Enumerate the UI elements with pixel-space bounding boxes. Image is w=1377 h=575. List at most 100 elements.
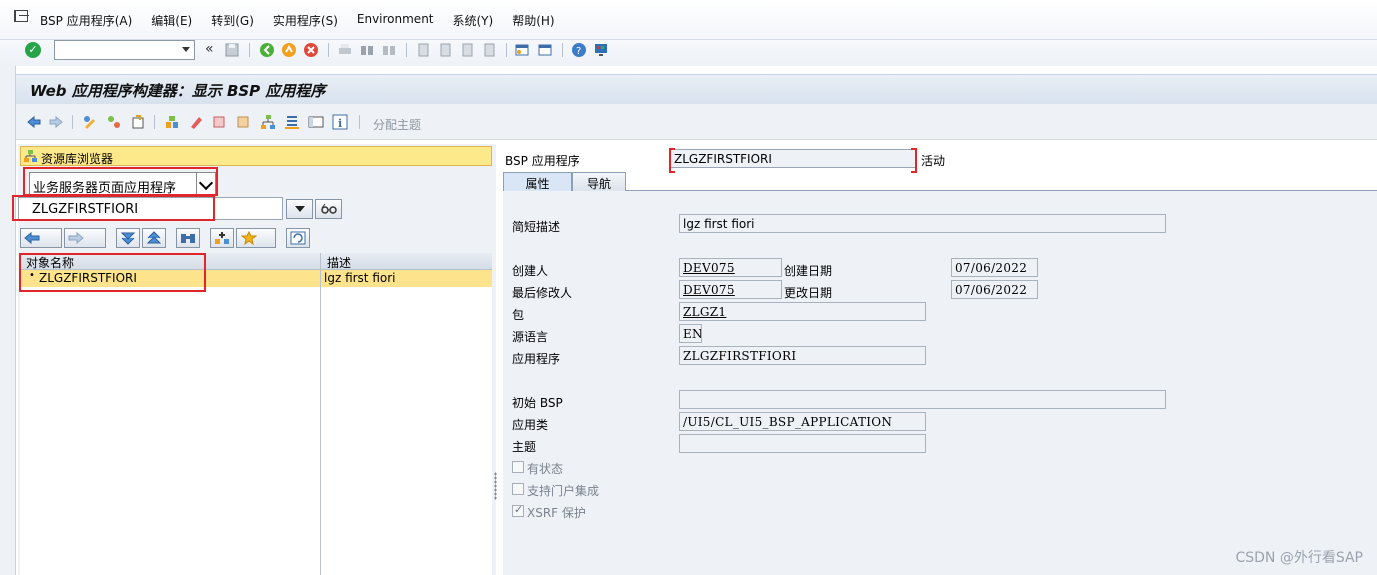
arrow-right-icon: [68, 232, 84, 244]
refresh-icon: [290, 231, 306, 245]
first-page-icon[interactable]: [415, 42, 431, 58]
assign-theme-button[interactable]: 分配主题: [373, 116, 421, 133]
bsp-application-label: BSP 应用程序: [505, 154, 580, 168]
customize-layout-icon[interactable]: [593, 42, 609, 58]
layout-icon[interactable]: [308, 114, 324, 130]
original-language-field[interactable]: EN: [679, 324, 702, 343]
display-change-icon[interactable]: [82, 114, 98, 130]
portal-integration-label: 支持门户集成: [527, 484, 600, 498]
properties-panel: 简短描述 lgz first fiori 创建人 DEV075 创建日期 07/…: [503, 191, 1377, 575]
toolbar-separator: [359, 115, 360, 129]
menu-bsp-application[interactable]: BSP 应用程序(A): [40, 12, 132, 29]
previous-page-icon[interactable]: [437, 42, 453, 58]
menu-items: BSP 应用程序(A) 编辑(E) 转到(G) 实用程序(S) Environm…: [40, 12, 555, 29]
object-list-icon[interactable]: [236, 114, 252, 130]
previous-object-button[interactable]: [20, 228, 62, 248]
repository-browser-title: 资源库浏览器: [41, 152, 114, 166]
command-field[interactable]: [54, 40, 195, 60]
menu-environment[interactable]: Environment: [357, 12, 434, 29]
exit-icon[interactable]: [281, 42, 297, 58]
repository-browser-header[interactable]: 资源库浏览器: [20, 146, 492, 166]
portal-integration-checkbox[interactable]: [512, 483, 524, 495]
collapse-icon[interactable]: «: [205, 41, 214, 57]
collapse-icon: [146, 231, 162, 244]
created-on-field[interactable]: 07/06/2022: [951, 258, 1038, 277]
back-icon[interactable]: [259, 42, 275, 58]
title-bar: Web 应用程序构建器：显示 BSP 应用程序: [16, 74, 1377, 104]
application-class-field[interactable]: /UI5/CL_UI5_BSP_APPLICATION: [679, 412, 926, 431]
tab-strip: 属性 导航: [503, 172, 1377, 191]
next-page-icon[interactable]: [459, 42, 475, 58]
find-next-icon[interactable]: [381, 42, 397, 58]
next-object-button[interactable]: [64, 228, 106, 248]
activate-icon[interactable]: [130, 114, 146, 130]
menu-icon[interactable]: [14, 10, 29, 22]
menu-utilities[interactable]: 实用程序(S): [273, 12, 338, 29]
add-hierarchy-icon: [215, 232, 229, 244]
print-icon[interactable]: [337, 42, 353, 58]
refresh-button[interactable]: [286, 228, 310, 248]
menu-system[interactable]: 系统(Y): [453, 12, 494, 29]
pane-splitter-handle[interactable]: [494, 472, 497, 500]
xsrf-protection-checkbox[interactable]: [512, 503, 524, 517]
info-icon[interactable]: i: [332, 114, 348, 130]
xsrf-protection-label: XSRF 保护: [527, 506, 586, 520]
forward-arrow-icon[interactable]: [48, 114, 64, 130]
object-name-dropdown-button[interactable]: [286, 199, 313, 219]
bsp-application-field[interactable]: ZLGZFIRSTFIORI: [669, 148, 917, 173]
find-icon[interactable]: [359, 42, 375, 58]
enter-check-icon[interactable]: ✓: [25, 42, 41, 58]
cancel-icon[interactable]: [303, 42, 319, 58]
column-divider: [320, 253, 321, 575]
menu-bar: BSP 应用程序(A) 编辑(E) 转到(G) 实用程序(S) Environm…: [0, 0, 1377, 40]
stateful-checkbox[interactable]: [512, 461, 524, 473]
test-icon[interactable]: [164, 114, 180, 130]
favorites-button[interactable]: [236, 228, 276, 248]
changed-by-label: 最后修改人: [512, 286, 573, 300]
toolbar-separator: [406, 43, 407, 57]
create-session-icon[interactable]: [514, 42, 530, 58]
initial-bsp-field[interactable]: [679, 390, 1166, 409]
application-toolbar: i 分配主题: [16, 104, 1377, 140]
changed-on-field[interactable]: 07/06/2022: [951, 280, 1038, 299]
active-inactive-icon[interactable]: [106, 114, 122, 130]
theme-field[interactable]: [679, 434, 926, 453]
annotation-box: [19, 253, 206, 292]
menu-goto[interactable]: 转到(G): [211, 12, 254, 29]
pencil-icon[interactable]: [188, 114, 204, 130]
menu-help[interactable]: 帮助(H): [512, 12, 554, 29]
application-field[interactable]: ZLGZFIRSTFIORI: [679, 346, 926, 365]
menu-edit[interactable]: 编辑(E): [151, 12, 192, 29]
last-page-icon[interactable]: [481, 42, 497, 58]
column-description[interactable]: 描述: [327, 254, 351, 271]
tab-properties[interactable]: 属性: [503, 172, 572, 191]
where-used-icon[interactable]: [212, 114, 228, 130]
collapse-all-button[interactable]: [142, 228, 166, 248]
original-language-label: 源语言: [512, 330, 549, 344]
package-field[interactable]: ZLGZ1: [679, 302, 926, 321]
expand-all-button[interactable]: [116, 228, 140, 248]
detail-pane: BSP 应用程序 ZLGZFIRSTFIORI 活动 属性 导航 简短描述 lg…: [500, 144, 1377, 575]
tab-navigation[interactable]: 导航: [572, 172, 626, 191]
annotation-box: [12, 195, 215, 221]
display-object-button[interactable]: [315, 199, 342, 219]
stack-icon[interactable]: [284, 114, 300, 130]
find-object-button[interactable]: [176, 228, 200, 248]
theme-label: 主题: [512, 440, 537, 454]
chevron-down-icon[interactable]: [182, 47, 190, 52]
watermark: CSDN @外行看SAP: [1235, 550, 1363, 566]
created-by-field[interactable]: DEV075: [679, 258, 782, 277]
hierarchy-icon[interactable]: [260, 114, 276, 130]
back-arrow-icon[interactable]: [26, 114, 42, 130]
toolbar-separator: [154, 115, 155, 129]
short-description-field[interactable]: lgz first fiori: [679, 214, 1166, 233]
add-to-worklist-button[interactable]: [210, 228, 234, 248]
save-icon[interactable]: [224, 42, 240, 58]
chevron-down-icon: [295, 206, 305, 212]
help-icon[interactable]: ?: [571, 42, 587, 58]
status-text: 活动: [921, 154, 946, 168]
shortcut-icon[interactable]: [537, 42, 553, 58]
svg-text:?: ?: [576, 46, 581, 57]
changed-by-field[interactable]: DEV075: [679, 280, 782, 299]
changed-on-label: 更改日期: [784, 286, 833, 300]
